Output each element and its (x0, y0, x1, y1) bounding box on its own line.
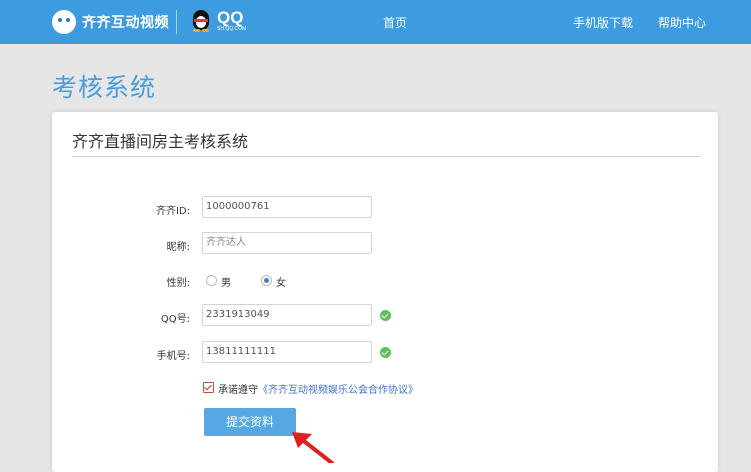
nav-mobile-download[interactable]: 手机版下载 (573, 14, 633, 31)
top-bar: 齐齐互动视频 QQ SH.QQ.COM 首页 手机版下载 帮助中心 (0, 0, 751, 44)
agreement-text: 承诺遵守《齐齐互动视频娱乐公会合作协议》 (218, 381, 418, 396)
header-divider (176, 10, 177, 34)
card-title: 齐齐直播间房主考核系统 (72, 132, 249, 151)
qq-valid-check-icon (380, 310, 391, 321)
phone-valid-check-icon (380, 347, 391, 358)
mascot-icon (52, 10, 76, 34)
qiqi-id-label: 齐齐ID: (155, 206, 190, 217)
qq-label: QQ号: (160, 314, 190, 325)
brand-title: 齐齐互动视频 (82, 15, 169, 31)
qq-logo[interactable]: QQ SH.QQ.COM (191, 8, 246, 32)
gender-radio-female[interactable] (261, 275, 272, 286)
gender-male-label: 男 (221, 278, 231, 289)
qq-domain-text: SH.QQ.COM (217, 25, 247, 32)
brand-logo[interactable]: 齐齐互动视频 (52, 8, 169, 36)
agreement-prefix: 承诺遵守 (218, 385, 258, 396)
card-divider (72, 156, 700, 157)
gender-female-label: 女 (276, 278, 286, 289)
qiqi-id-input[interactable]: 1000000761 (202, 196, 372, 218)
phone-input[interactable]: 13811111111 (202, 341, 372, 363)
red-arrow-icon (292, 432, 334, 463)
submit-button[interactable]: 提交资料 (204, 408, 296, 436)
nickname-label: 昵称: (166, 242, 190, 253)
gender-radio-male[interactable] (206, 275, 217, 286)
qq-logo-text: QQ (217, 7, 244, 27)
qq-input[interactable]: 2331913049 (202, 304, 372, 326)
page-title: 考核系统 (52, 73, 157, 102)
agreement-checkbox[interactable] (203, 382, 214, 393)
gender-label: 性别: (166, 278, 190, 289)
phone-label: 手机号: (156, 351, 190, 362)
nav-home[interactable]: 首页 (383, 14, 407, 31)
nickname-input[interactable]: 齐齐达人 (202, 232, 372, 254)
form-card: 齐齐直播间房主考核系统 齐齐ID: 1000000761 昵称: 齐齐达人 性别… (52, 112, 718, 472)
agreement-link[interactable]: 《齐齐互动视频娱乐公会合作协议》 (258, 385, 418, 396)
nav-help-center[interactable]: 帮助中心 (658, 14, 706, 31)
penguin-icon (191, 8, 211, 32)
